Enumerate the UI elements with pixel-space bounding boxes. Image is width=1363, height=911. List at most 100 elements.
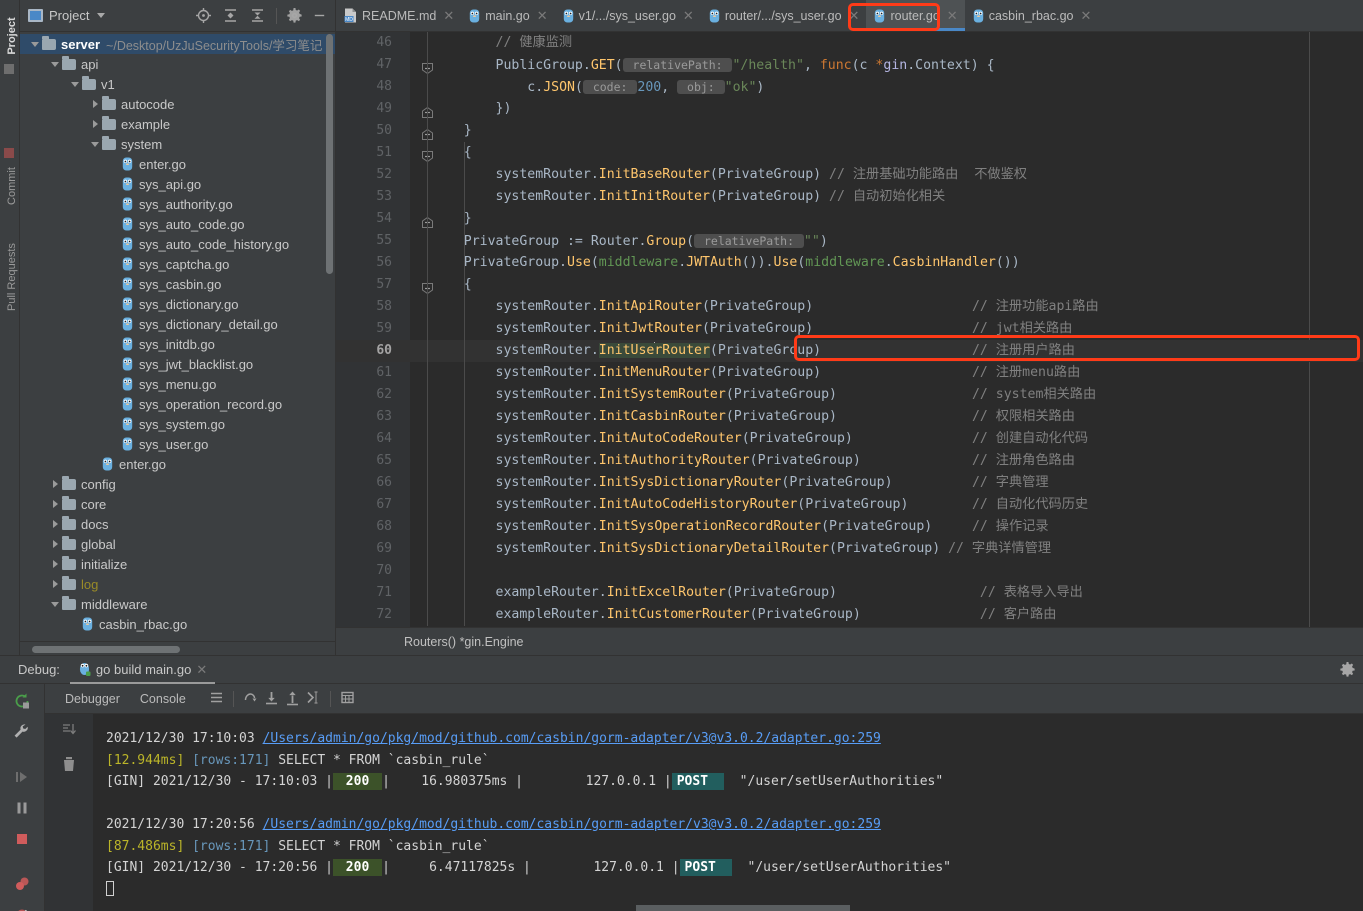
resume-icon[interactable] — [13, 768, 31, 789]
tree-folder-global[interactable]: global — [20, 534, 335, 554]
code-content[interactable]: 46 // 健康监测47 PublicGroup.GET( relativePa… — [336, 32, 1363, 627]
tree-folder-api[interactable]: api — [20, 54, 335, 74]
chevron-right-icon[interactable] — [53, 580, 58, 588]
code-line[interactable]: 46 // 健康监测 — [336, 32, 1363, 54]
settings-wrench-icon[interactable] — [13, 723, 31, 744]
strip-item-pull-requests[interactable]: Pull Requests — [6, 251, 18, 311]
step-out-icon[interactable] — [284, 689, 301, 709]
pause-icon[interactable] — [13, 799, 31, 820]
chevron-right-icon[interactable] — [53, 480, 58, 488]
console-horizontal-scrollbar[interactable] — [636, 905, 850, 911]
tree-file-sys_dictionary_detail.go[interactable]: sys_dictionary_detail.go — [20, 314, 335, 334]
collapse-all-icon[interactable] — [222, 7, 239, 24]
chevron-down-icon[interactable] — [71, 82, 79, 87]
rerun-icon[interactable] — [13, 692, 31, 713]
project-file-tree[interactable]: server~/Desktop/UzJuSecurityTools/学习笔记ap… — [20, 32, 335, 637]
close-icon[interactable]: ✕ — [537, 8, 548, 24]
trash-icon[interactable] — [61, 755, 77, 776]
code-line[interactable]: 56 PrivateGroup.Use(middleware.JWTAuth()… — [336, 252, 1363, 274]
tree-file-sys_auto_code.go[interactable]: sys_auto_code.go — [20, 214, 335, 234]
editor-tab-casbin-rbac-go[interactable]: casbin_rbac.go✕ — [965, 0, 1099, 31]
close-icon[interactable]: ✕ — [947, 8, 958, 24]
editor-tab-router-go[interactable]: router.go✕ — [866, 0, 964, 31]
chevron-down-icon[interactable] — [51, 62, 59, 67]
strip-item-commit[interactable]: Commit — [6, 156, 18, 216]
code-line[interactable]: 57 { — [336, 274, 1363, 296]
code-line[interactable]: 66 systemRouter.InitSysDictionaryRouter(… — [336, 472, 1363, 494]
close-icon[interactable]: ✕ — [443, 8, 454, 24]
code-line[interactable]: 64 systemRouter.InitAutoCodeRouter(Priva… — [336, 428, 1363, 450]
chevron-down-icon[interactable] — [97, 13, 105, 18]
chevron-down-icon[interactable] — [51, 602, 59, 607]
tab-debugger[interactable]: Debugger — [57, 689, 128, 709]
debug-run-config-tab[interactable]: go build main.go ✕ — [70, 656, 215, 684]
view-breakpoints-icon[interactable] — [13, 875, 31, 896]
breadcrumb[interactable]: Routers() *gin.Engine — [404, 635, 524, 649]
editor-tab-main-go[interactable]: main.go✕ — [461, 0, 554, 31]
tree-file-sys_menu.go[interactable]: sys_menu.go — [20, 374, 335, 394]
run-to-cursor-icon[interactable] — [305, 689, 322, 709]
chevron-right-icon[interactable] — [93, 100, 98, 108]
expand-all-icon[interactable] — [249, 7, 266, 24]
code-line[interactable]: 71 exampleRouter.InitExcelRouter(Private… — [336, 582, 1363, 604]
evaluate-icon[interactable] — [339, 689, 356, 709]
chevron-right-icon[interactable] — [53, 540, 58, 548]
console-file-link[interactable]: /Users/admin/go/pkg/mod/github.com/casbi… — [263, 817, 881, 832]
code-line[interactable]: 59 systemRouter.InitJwtRouter(PrivateGro… — [336, 318, 1363, 340]
code-line[interactable]: 51 { — [336, 142, 1363, 164]
code-line[interactable]: 69 systemRouter.InitSysDictionaryDetailR… — [336, 538, 1363, 560]
tree-file-sys_user.go[interactable]: sys_user.go — [20, 434, 335, 454]
code-line[interactable]: 52 systemRouter.InitBaseRouter(PrivateGr… — [336, 164, 1363, 186]
code-line[interactable]: 60 systemRouter.InitUserRouter(PrivateGr… — [336, 340, 1363, 362]
chevron-down-icon[interactable] — [31, 42, 39, 47]
tree-file-sys_api.go[interactable]: sys_api.go — [20, 174, 335, 194]
tree-folder-server[interactable]: server~/Desktop/UzJuSecurityTools/学习笔记 — [20, 34, 335, 54]
tree-file-enter.go[interactable]: enter.go — [20, 454, 335, 474]
chevron-right-icon[interactable] — [53, 500, 58, 508]
debug-side-toolbar[interactable]: » — [0, 684, 45, 911]
tree-file-sys_system.go[interactable]: sys_system.go — [20, 414, 335, 434]
tree-file-casbin_rbac.go[interactable]: casbin_rbac.go — [20, 614, 335, 634]
gear-icon[interactable] — [1340, 662, 1355, 680]
editor-tab-router-sys-user-go[interactable]: router/.../sys_user.go✕ — [701, 0, 867, 31]
code-line[interactable]: 67 systemRouter.InitAutoCodeHistoryRoute… — [336, 494, 1363, 516]
code-line[interactable]: 48 c.JSON( code: 200, obj: "ok") — [336, 76, 1363, 98]
code-line[interactable]: 72 exampleRouter.InitCustomerRouter(Priv… — [336, 604, 1363, 626]
tree-folder-middleware[interactable]: middleware — [20, 594, 335, 614]
strip-item-project[interactable]: Project — [6, 6, 18, 66]
code-line[interactable]: 70 — [336, 560, 1363, 582]
tree-file-sys_captcha.go[interactable]: sys_captcha.go — [20, 254, 335, 274]
close-icon[interactable]: ✕ — [1080, 8, 1091, 24]
code-line[interactable]: 62 systemRouter.InitSystemRouter(Private… — [336, 384, 1363, 406]
tree-file-sys_casbin.go[interactable]: sys_casbin.go — [20, 274, 335, 294]
tree-file-sys_authority.go[interactable]: sys_authority.go — [20, 194, 335, 214]
tree-folder-v1[interactable]: v1 — [20, 74, 335, 94]
code-line[interactable]: 53 systemRouter.InitInitRouter(PrivateGr… — [336, 186, 1363, 208]
mute-breakpoints-icon[interactable] — [13, 906, 31, 911]
gear-icon[interactable] — [287, 8, 302, 23]
debug-tab-row[interactable]: Debugger Console — [45, 684, 1363, 714]
console-file-link[interactable]: /Users/admin/go/pkg/mod/github.com/casbi… — [263, 731, 881, 746]
code-line[interactable]: 55 PrivateGroup := Router.Group( relativ… — [336, 230, 1363, 252]
soft-wrap-icon[interactable] — [208, 689, 225, 709]
code-line[interactable]: 58 systemRouter.InitApiRouter(PrivateGro… — [336, 296, 1363, 318]
code-line[interactable]: 65 systemRouter.InitAuthorityRouter(Priv… — [336, 450, 1363, 472]
tree-file-sys_dictionary.go[interactable]: sys_dictionary.go — [20, 294, 335, 314]
tree-folder-initialize[interactable]: initialize — [20, 554, 335, 574]
tree-horizontal-scrollbar[interactable] — [32, 646, 180, 653]
tree-file-enter.go[interactable]: enter.go — [20, 154, 335, 174]
close-icon[interactable]: ✕ — [683, 8, 694, 24]
code-line[interactable]: 68 systemRouter.InitSysOperationRecordRo… — [336, 516, 1363, 538]
tree-file-sys_operation_record.go[interactable]: sys_operation_record.go — [20, 394, 335, 414]
minimize-icon[interactable] — [312, 8, 327, 23]
stop-icon[interactable] — [13, 830, 31, 851]
code-line[interactable]: 63 systemRouter.InitCasbinRouter(Private… — [336, 406, 1363, 428]
tab-console[interactable]: Console — [132, 689, 194, 709]
tree-folder-log[interactable]: log — [20, 574, 335, 594]
tree-folder-example[interactable]: example — [20, 114, 335, 134]
code-line[interactable]: 47 PublicGroup.GET( relativePath: "/heal… — [336, 54, 1363, 76]
close-icon[interactable]: ✕ — [196, 662, 207, 678]
tree-file-sys_auto_code_history.go[interactable]: sys_auto_code_history.go — [20, 234, 335, 254]
editor-tab-readme-md[interactable]: MDREADME.md✕ — [336, 0, 461, 31]
tree-vertical-scrollbar[interactable] — [326, 34, 333, 274]
